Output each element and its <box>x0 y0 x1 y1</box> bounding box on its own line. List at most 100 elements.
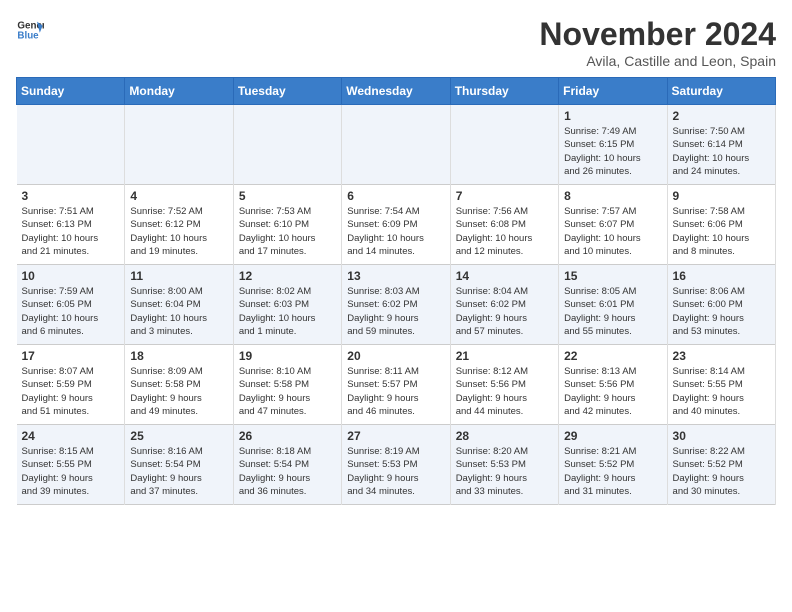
title-area: November 2024 Avila, Castille and Leon, … <box>539 16 776 69</box>
day-number: 9 <box>673 189 770 203</box>
calendar-cell: 1 Sunrise: 7:49 AM Sunset: 6:15 PM Daylig… <box>559 105 667 185</box>
day-info: Sunrise: 7:56 AM Sunset: 6:08 PM Dayligh… <box>456 205 553 258</box>
day-number: 4 <box>130 189 227 203</box>
calendar-cell: 14 Sunrise: 8:04 AM Sunset: 6:02 PM Dayli… <box>450 265 558 345</box>
calendar-cell: 19 Sunrise: 8:10 AM Sunset: 5:58 PM Dayli… <box>233 345 341 425</box>
day-info: Sunrise: 7:59 AM Sunset: 6:05 PM Dayligh… <box>22 285 120 338</box>
calendar-cell: 3 Sunrise: 7:51 AM Sunset: 6:13 PM Daylig… <box>17 185 125 265</box>
day-info: Sunrise: 7:57 AM Sunset: 6:07 PM Dayligh… <box>564 205 661 258</box>
day-info: Sunrise: 8:05 AM Sunset: 6:01 PM Dayligh… <box>564 285 661 338</box>
col-header-sunday: Sunday <box>17 78 125 105</box>
month-title: November 2024 <box>539 16 776 53</box>
day-info: Sunrise: 8:12 AM Sunset: 5:56 PM Dayligh… <box>456 365 553 418</box>
day-number: 13 <box>347 269 444 283</box>
day-info: Sunrise: 8:10 AM Sunset: 5:58 PM Dayligh… <box>239 365 336 418</box>
day-info: Sunrise: 7:58 AM Sunset: 6:06 PM Dayligh… <box>673 205 770 258</box>
day-number: 23 <box>673 349 770 363</box>
day-number: 25 <box>130 429 227 443</box>
day-number: 26 <box>239 429 336 443</box>
day-info: Sunrise: 8:00 AM Sunset: 6:04 PM Dayligh… <box>130 285 227 338</box>
logo: General Blue <box>16 16 44 44</box>
day-number: 28 <box>456 429 553 443</box>
calendar-cell: 25Sunrise: 8:16 AM Sunset: 5:54 PM Dayli… <box>125 425 233 505</box>
day-info: Sunrise: 8:09 AM Sunset: 5:58 PM Dayligh… <box>130 365 227 418</box>
day-number: 24 <box>22 429 120 443</box>
day-number: 3 <box>22 189 120 203</box>
svg-text:Blue: Blue <box>17 30 39 41</box>
day-number: 7 <box>456 189 553 203</box>
calendar-cell <box>450 105 558 185</box>
calendar-cell: 10 Sunrise: 7:59 AM Sunset: 6:05 PM Dayli… <box>17 265 125 345</box>
day-info: Sunrise: 8:19 AM Sunset: 5:53 PM Dayligh… <box>347 445 444 498</box>
calendar-cell: 9 Sunrise: 7:58 AM Sunset: 6:06 PM Daylig… <box>667 185 775 265</box>
day-info: Sunrise: 8:03 AM Sunset: 6:02 PM Dayligh… <box>347 285 444 338</box>
calendar-cell: 27 Sunrise: 8:19 AM Sunset: 5:53 PM Dayli… <box>342 425 450 505</box>
day-info: Sunrise: 8:18 AM Sunset: 5:54 PM Dayligh… <box>239 445 336 498</box>
col-header-friday: Friday <box>559 78 667 105</box>
day-info: Sunrise: 8:02 AM Sunset: 6:03 PM Dayligh… <box>239 285 336 338</box>
day-info: Sunrise: 8:07 AM Sunset: 5:59 PM Dayligh… <box>22 365 120 418</box>
day-number: 19 <box>239 349 336 363</box>
col-header-tuesday: Tuesday <box>233 78 341 105</box>
calendar-cell: 12 Sunrise: 8:02 AM Sunset: 6:03 PM Dayli… <box>233 265 341 345</box>
day-info: Sunrise: 8:22 AM Sunset: 5:52 PM Dayligh… <box>673 445 770 498</box>
day-number: 16 <box>673 269 770 283</box>
day-info: Sunrise: 8:14 AM Sunset: 5:55 PM Dayligh… <box>673 365 770 418</box>
day-number: 17 <box>22 349 120 363</box>
calendar-cell <box>233 105 341 185</box>
calendar-cell: 23 Sunrise: 8:14 AM Sunset: 5:55 PM Dayli… <box>667 345 775 425</box>
day-info: Sunrise: 7:54 AM Sunset: 6:09 PM Dayligh… <box>347 205 444 258</box>
day-number: 20 <box>347 349 444 363</box>
col-header-thursday: Thursday <box>450 78 558 105</box>
calendar-cell: 4 Sunrise: 7:52 AM Sunset: 6:12 PM Daylig… <box>125 185 233 265</box>
day-info: Sunrise: 8:06 AM Sunset: 6:00 PM Dayligh… <box>673 285 770 338</box>
calendar-cell: 16 Sunrise: 8:06 AM Sunset: 6:00 PM Dayli… <box>667 265 775 345</box>
day-info: Sunrise: 8:11 AM Sunset: 5:57 PM Dayligh… <box>347 365 444 418</box>
day-number: 18 <box>130 349 227 363</box>
col-header-monday: Monday <box>125 78 233 105</box>
calendar-cell: 7 Sunrise: 7:56 AM Sunset: 6:08 PM Daylig… <box>450 185 558 265</box>
header: General Blue November 2024 Avila, Castil… <box>16 16 776 69</box>
day-number: 2 <box>673 109 770 123</box>
day-info: Sunrise: 7:52 AM Sunset: 6:12 PM Dayligh… <box>130 205 227 258</box>
day-info: Sunrise: 7:53 AM Sunset: 6:10 PM Dayligh… <box>239 205 336 258</box>
day-number: 12 <box>239 269 336 283</box>
day-number: 27 <box>347 429 444 443</box>
calendar-table: SundayMondayTuesdayWednesdayThursdayFrid… <box>16 77 776 505</box>
day-info: Sunrise: 7:49 AM Sunset: 6:15 PM Dayligh… <box>564 125 661 178</box>
logo-icon: General Blue <box>16 16 44 44</box>
calendar-cell <box>125 105 233 185</box>
calendar-cell: 5 Sunrise: 7:53 AM Sunset: 6:10 PM Daylig… <box>233 185 341 265</box>
day-number: 8 <box>564 189 661 203</box>
calendar-cell: 15 Sunrise: 8:05 AM Sunset: 6:01 PM Dayli… <box>559 265 667 345</box>
calendar-cell: 29 Sunrise: 8:21 AM Sunset: 5:52 PM Dayli… <box>559 425 667 505</box>
day-info: Sunrise: 7:51 AM Sunset: 6:13 PM Dayligh… <box>22 205 120 258</box>
day-number: 29 <box>564 429 661 443</box>
day-info: Sunrise: 8:21 AM Sunset: 5:52 PM Dayligh… <box>564 445 661 498</box>
day-number: 5 <box>239 189 336 203</box>
day-number: 21 <box>456 349 553 363</box>
day-number: 22 <box>564 349 661 363</box>
col-header-wednesday: Wednesday <box>342 78 450 105</box>
day-info: Sunrise: 8:13 AM Sunset: 5:56 PM Dayligh… <box>564 365 661 418</box>
day-number: 1 <box>564 109 661 123</box>
calendar-cell: 30 Sunrise: 8:22 AM Sunset: 5:52 PM Dayli… <box>667 425 775 505</box>
calendar-cell: 2 Sunrise: 7:50 AM Sunset: 6:14 PM Daylig… <box>667 105 775 185</box>
calendar-cell: 8 Sunrise: 7:57 AM Sunset: 6:07 PM Daylig… <box>559 185 667 265</box>
calendar-cell: 6 Sunrise: 7:54 AM Sunset: 6:09 PM Daylig… <box>342 185 450 265</box>
day-info: Sunrise: 8:04 AM Sunset: 6:02 PM Dayligh… <box>456 285 553 338</box>
calendar-cell: 21 Sunrise: 8:12 AM Sunset: 5:56 PM Dayli… <box>450 345 558 425</box>
day-info: Sunrise: 8:15 AM Sunset: 5:55 PM Dayligh… <box>22 445 120 498</box>
calendar-cell: 11 Sunrise: 8:00 AM Sunset: 6:04 PM Dayli… <box>125 265 233 345</box>
day-number: 6 <box>347 189 444 203</box>
day-number: 15 <box>564 269 661 283</box>
day-number: 10 <box>22 269 120 283</box>
day-number: 30 <box>673 429 770 443</box>
day-info: Sunrise: 7:50 AM Sunset: 6:14 PM Dayligh… <box>673 125 770 178</box>
day-number: 14 <box>456 269 553 283</box>
calendar-cell: 22 Sunrise: 8:13 AM Sunset: 5:56 PM Dayli… <box>559 345 667 425</box>
calendar-cell <box>17 105 125 185</box>
calendar-cell: 17 Sunrise: 8:07 AM Sunset: 5:59 PM Dayli… <box>17 345 125 425</box>
calendar-cell: 18 Sunrise: 8:09 AM Sunset: 5:58 PM Dayli… <box>125 345 233 425</box>
day-number: 11 <box>130 269 227 283</box>
